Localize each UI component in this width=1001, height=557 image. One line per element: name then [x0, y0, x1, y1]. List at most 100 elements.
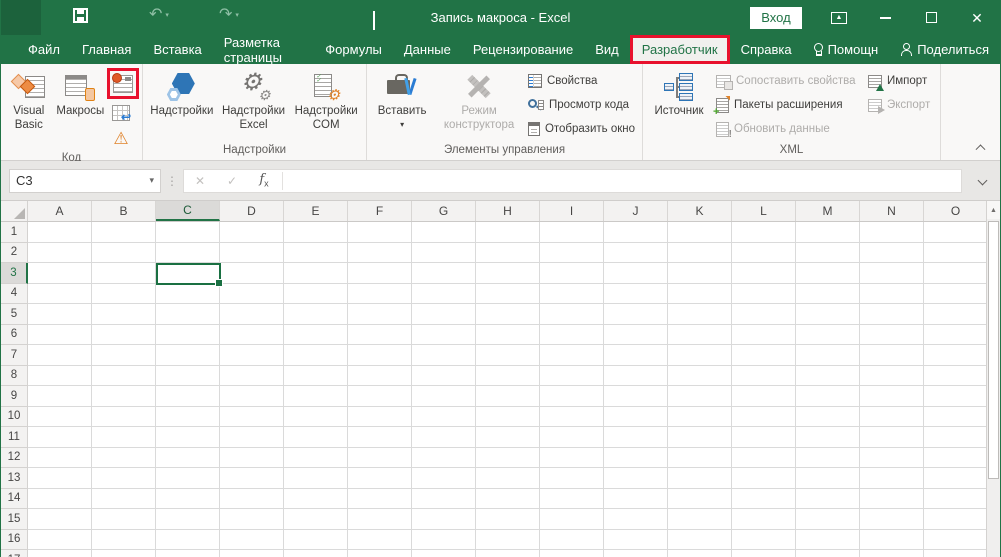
- grid-cell-M2[interactable]: [796, 243, 860, 264]
- grid-cell-E4[interactable]: [284, 284, 348, 305]
- grid-cell-H11[interactable]: [476, 427, 540, 448]
- row-header-8[interactable]: 8: [1, 366, 28, 387]
- grid-cell-E5[interactable]: [284, 304, 348, 325]
- row-header-3[interactable]: 3: [1, 263, 28, 284]
- grid-cell-D4[interactable]: [220, 284, 284, 305]
- grid-cell-G2[interactable]: [412, 243, 476, 264]
- grid-cell-E6[interactable]: [284, 325, 348, 346]
- grid-cell-F15[interactable]: [348, 509, 412, 530]
- grid-cell-K3[interactable]: [668, 263, 732, 284]
- grid-cell-G15[interactable]: [412, 509, 476, 530]
- tab-developer[interactable]: Разработчик: [630, 35, 730, 64]
- grid-cell-D9[interactable]: [220, 386, 284, 407]
- grid-cell-M12[interactable]: [796, 448, 860, 469]
- grid-cell-A13[interactable]: [28, 468, 92, 489]
- grid-cell-J13[interactable]: [604, 468, 668, 489]
- tab-insert[interactable]: Вставка: [142, 35, 212, 64]
- row-header-2[interactable]: 2: [1, 243, 28, 264]
- grid-cell-O15[interactable]: [924, 509, 988, 530]
- save-button[interactable]: [73, 8, 88, 23]
- grid-cell-O2[interactable]: [924, 243, 988, 264]
- grid-cell-O17[interactable]: [924, 550, 988, 557]
- grid-cell-F17[interactable]: [348, 550, 412, 557]
- grid-cell-K9[interactable]: [668, 386, 732, 407]
- grid-cell-G13[interactable]: [412, 468, 476, 489]
- column-header-F[interactable]: F: [348, 201, 412, 221]
- grid-cell-B4[interactable]: [92, 284, 156, 305]
- grid-cell-L11[interactable]: [732, 427, 796, 448]
- grid-cell-A15[interactable]: [28, 509, 92, 530]
- grid-cell-A7[interactable]: [28, 345, 92, 366]
- customize-qat-button[interactable]: [373, 11, 385, 29]
- grid-cell-E15[interactable]: [284, 509, 348, 530]
- vertical-scrollbar[interactable]: ▲: [986, 201, 1000, 557]
- grid-cell-E7[interactable]: [284, 345, 348, 366]
- grid-cell-I5[interactable]: [540, 304, 604, 325]
- grid-cell-G3[interactable]: [412, 263, 476, 284]
- tab-formulas[interactable]: Формулы: [314, 35, 393, 64]
- grid-cell-L14[interactable]: [732, 489, 796, 510]
- grid-cell-M7[interactable]: [796, 345, 860, 366]
- view-code-button[interactable]: Просмотр кода: [524, 93, 639, 117]
- grid-cell-N12[interactable]: [860, 448, 924, 469]
- grid-cell-A12[interactable]: [28, 448, 92, 469]
- select-all-corner[interactable]: [1, 201, 28, 221]
- grid-cell-G9[interactable]: [412, 386, 476, 407]
- grid-cell-F10[interactable]: [348, 407, 412, 428]
- grid-cell-C10[interactable]: [156, 407, 220, 428]
- grid-cell-H15[interactable]: [476, 509, 540, 530]
- grid-cell-G5[interactable]: [412, 304, 476, 325]
- grid-cell-K11[interactable]: [668, 427, 732, 448]
- grid-cell-C14[interactable]: [156, 489, 220, 510]
- grid-cell-K15[interactable]: [668, 509, 732, 530]
- com-addins-button[interactable]: ⚙ Надстройки COM: [289, 67, 363, 133]
- grid-cell-C12[interactable]: [156, 448, 220, 469]
- grid-cell-O5[interactable]: [924, 304, 988, 325]
- grid-cell-D13[interactable]: [220, 468, 284, 489]
- grid-cell-F2[interactable]: [348, 243, 412, 264]
- tab-home[interactable]: Главная: [71, 35, 142, 64]
- grid-cell-M17[interactable]: [796, 550, 860, 557]
- grid-cell-D2[interactable]: [220, 243, 284, 264]
- row-header-4[interactable]: 4: [1, 284, 28, 305]
- grid-cell-I3[interactable]: [540, 263, 604, 284]
- grid-cell-N10[interactable]: [860, 407, 924, 428]
- excel-addins-button[interactable]: ⚙⚙ Надстройки Excel: [218, 67, 290, 133]
- grid-cell-E11[interactable]: [284, 427, 348, 448]
- scroll-up-button[interactable]: ▲: [987, 201, 1000, 219]
- grid-cell-N17[interactable]: [860, 550, 924, 557]
- grid-cell-D17[interactable]: [220, 550, 284, 557]
- grid-cell-H6[interactable]: [476, 325, 540, 346]
- grid-cell-I9[interactable]: [540, 386, 604, 407]
- grid-cell-N5[interactable]: [860, 304, 924, 325]
- grid-cell-A11[interactable]: [28, 427, 92, 448]
- grid-cell-M11[interactable]: [796, 427, 860, 448]
- grid-cell-H13[interactable]: [476, 468, 540, 489]
- grid-cell-O8[interactable]: [924, 366, 988, 387]
- tab-share[interactable]: Поделиться: [889, 35, 1000, 64]
- grid-cell-D3[interactable]: [220, 263, 284, 284]
- column-header-K[interactable]: K: [668, 201, 732, 221]
- grid-cell-J3[interactable]: [604, 263, 668, 284]
- visual-basic-button[interactable]: Visual Basic: [4, 67, 54, 133]
- grid-cell-C11[interactable]: [156, 427, 220, 448]
- grid-cell-H16[interactable]: [476, 530, 540, 551]
- grid-cell-A3[interactable]: [28, 263, 92, 284]
- grid-cell-K17[interactable]: [668, 550, 732, 557]
- grid-cell-L10[interactable]: [732, 407, 796, 428]
- grid-cell-N2[interactable]: [860, 243, 924, 264]
- grid-cell-E13[interactable]: [284, 468, 348, 489]
- tab-review[interactable]: Рецензирование: [462, 35, 584, 64]
- grid-cell-N14[interactable]: [860, 489, 924, 510]
- grid-cell-L9[interactable]: [732, 386, 796, 407]
- column-header-E[interactable]: E: [284, 201, 348, 221]
- column-header-I[interactable]: I: [540, 201, 604, 221]
- grid-cell-I11[interactable]: [540, 427, 604, 448]
- grid-cell-M6[interactable]: [796, 325, 860, 346]
- grid-cell-C17[interactable]: [156, 550, 220, 557]
- grid-cell-A10[interactable]: [28, 407, 92, 428]
- grid-cell-G10[interactable]: [412, 407, 476, 428]
- run-dialog-button[interactable]: Отобразить окно: [524, 117, 639, 141]
- grid-cell-N8[interactable]: [860, 366, 924, 387]
- column-header-D[interactable]: D: [220, 201, 284, 221]
